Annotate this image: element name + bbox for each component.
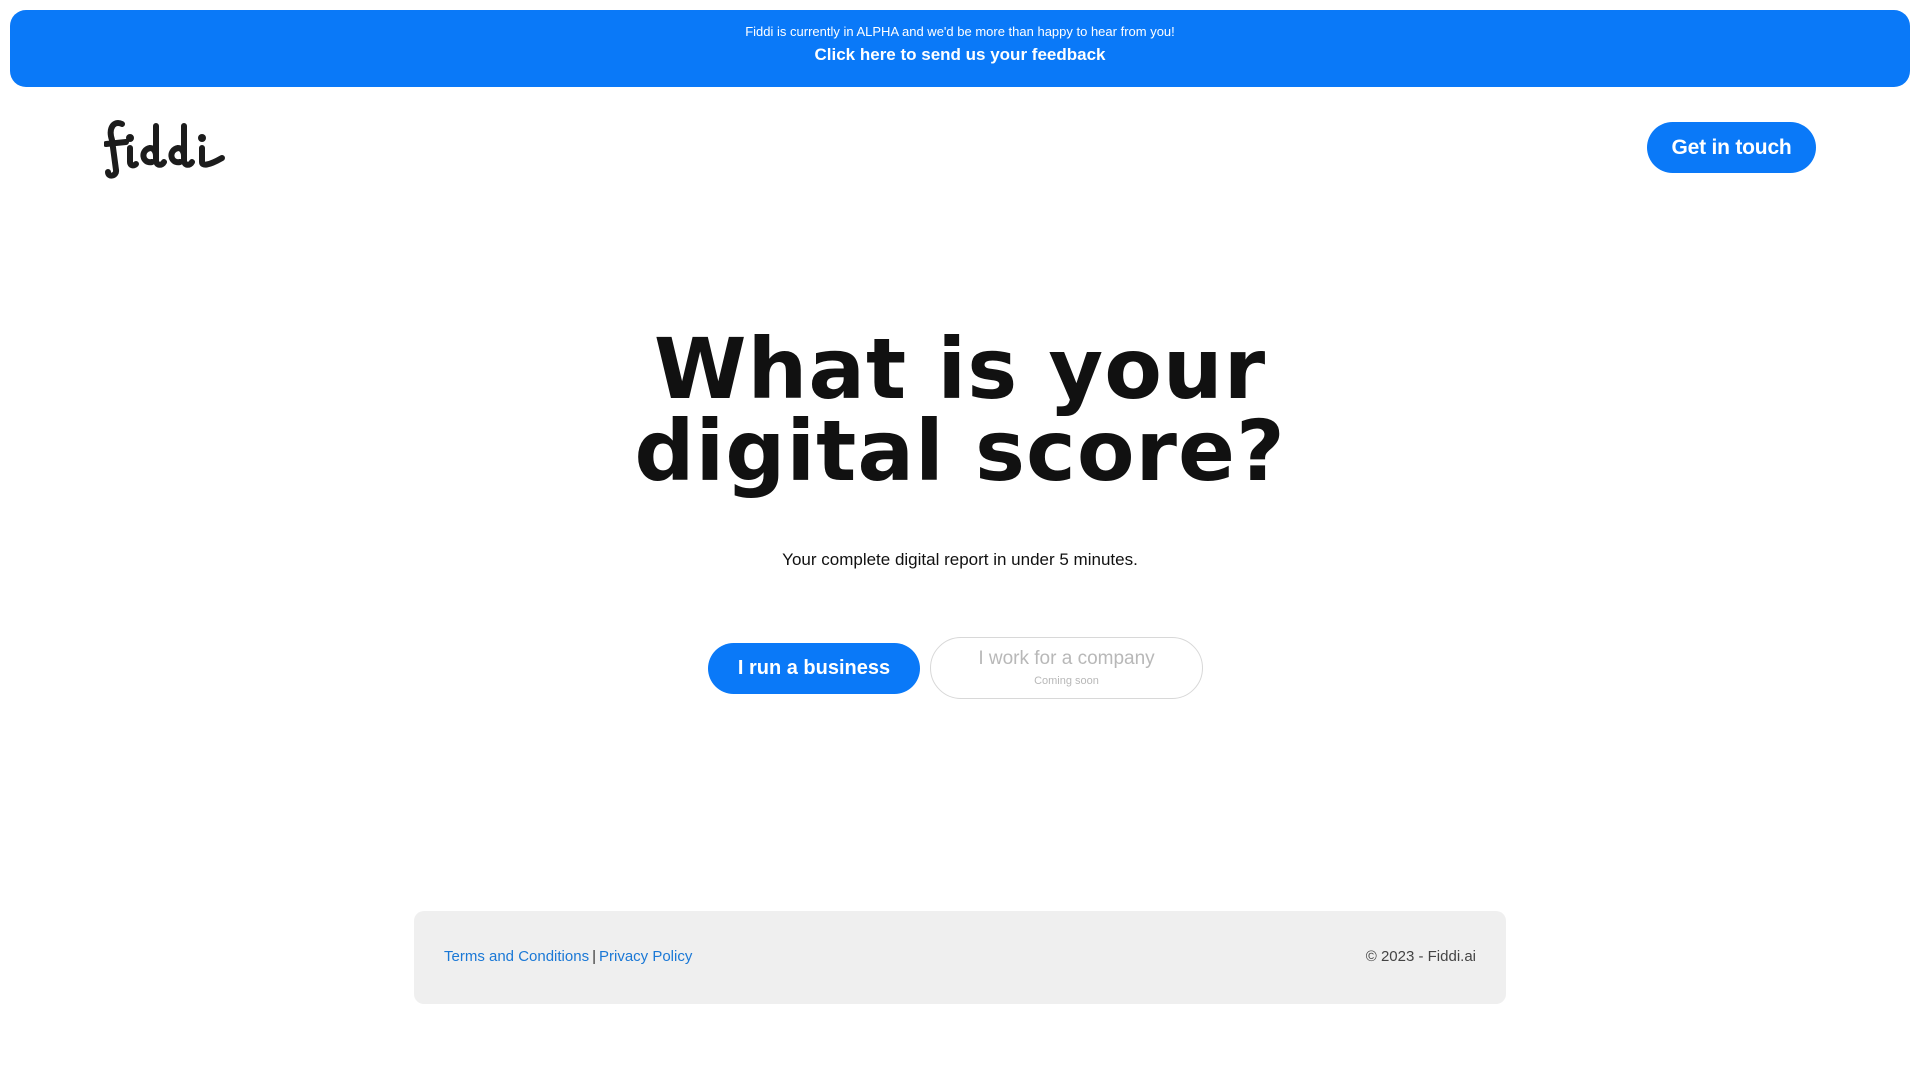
- feedback-banner[interactable]: Fiddi is currently in ALPHA and we'd be …: [10, 10, 1910, 87]
- copyright-text: © 2023 - Fiddi.ai: [1365, 948, 1476, 965]
- terms-link[interactable]: Terms and Conditions: [444, 948, 589, 965]
- work-for-company-label: I work for a company: [978, 648, 1155, 669]
- hero-subtitle: Your complete digital report in under 5 …: [782, 550, 1138, 569]
- privacy-link[interactable]: Privacy Policy: [599, 948, 692, 965]
- work-for-company-button[interactable]: I work for a company Coming soon: [930, 637, 1203, 699]
- hero-title-line-2: digital score?: [634, 402, 1286, 500]
- get-in-touch-button[interactable]: Get in touch: [1647, 122, 1816, 173]
- alpha-notice-text: Fiddi is currently in ALPHA and we'd be …: [745, 24, 1175, 39]
- hero-title: What is your digital score?: [460, 327, 1460, 493]
- fiddi-logo[interactable]: [104, 118, 228, 180]
- feedback-link[interactable]: Click here to send us your feedback: [10, 44, 1910, 66]
- run-business-button[interactable]: I run a business: [708, 643, 920, 694]
- footer: Terms and Conditions | Privacy Policy © 20…: [414, 911, 1506, 1004]
- footer-separator: |: [592, 948, 596, 965]
- footer-links: Terms and Conditions | Privacy Policy: [444, 947, 692, 967]
- coming-soon-note: Coming soon: [1034, 675, 1099, 687]
